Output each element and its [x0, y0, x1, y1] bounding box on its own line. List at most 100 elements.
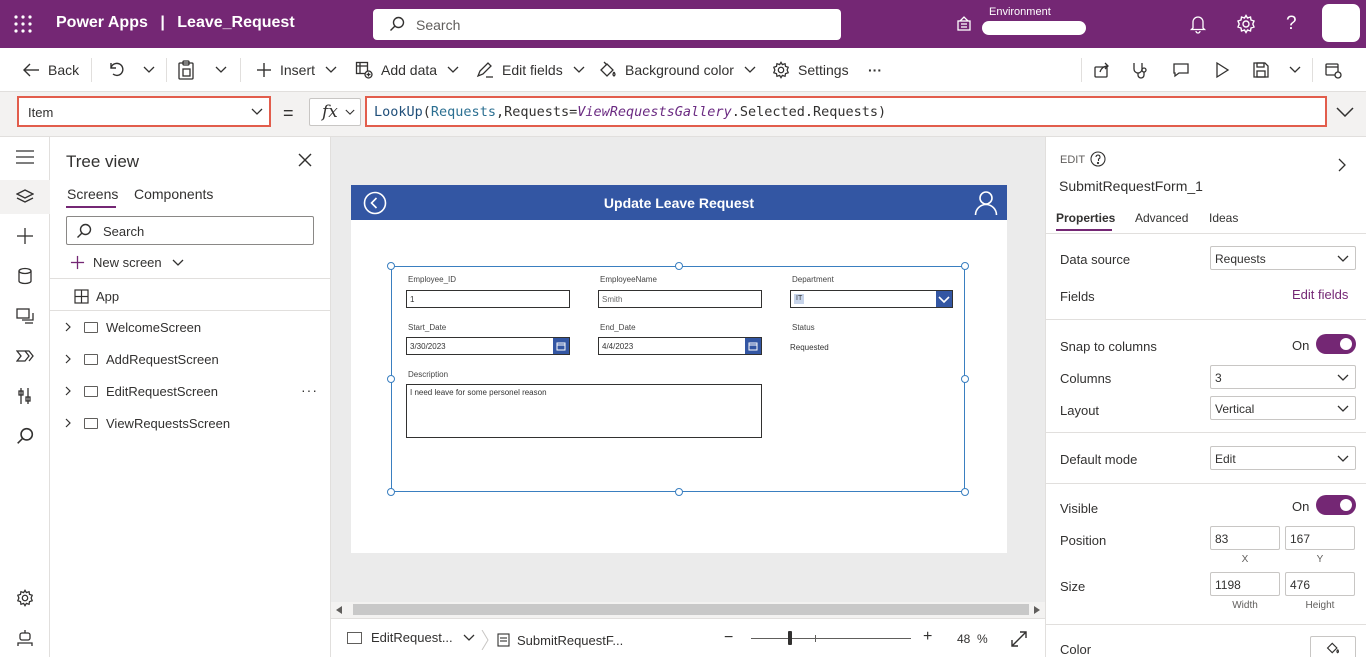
tree-view-layers-icon[interactable] [16, 188, 34, 206]
expand-formula-chevron-icon[interactable] [1336, 107, 1354, 117]
publish-icon[interactable] [1324, 48, 1350, 92]
fit-to-window-icon[interactable] [1011, 631, 1027, 647]
zoom-in-button[interactable]: + [923, 628, 932, 646]
employee-name-input[interactable]: Smith [598, 290, 762, 308]
resize-handle[interactable] [387, 375, 395, 383]
insert-button[interactable]: Insert [256, 48, 345, 92]
back-button[interactable]: Back [22, 48, 79, 92]
global-search-box[interactable]: Search [373, 9, 841, 40]
help-circle-icon[interactable] [1090, 151, 1106, 167]
tab-ideas[interactable]: Ideas [1209, 211, 1238, 225]
department-dropdown[interactable]: IT [790, 290, 953, 308]
preview-play-icon[interactable] [1214, 48, 1238, 92]
zoom-out-button[interactable]: − [724, 629, 733, 647]
settings-gear-icon[interactable] [1236, 14, 1256, 34]
edit-fields-button[interactable]: Edit fields [476, 48, 593, 92]
settings-gear-icon[interactable] [16, 589, 34, 607]
visible-toggle[interactable] [1316, 495, 1356, 515]
chevron-right-icon[interactable] [60, 386, 76, 396]
tree-node-app[interactable]: App [60, 281, 320, 311]
power-automate-icon[interactable] [16, 347, 34, 365]
chevron-right-icon[interactable] [1338, 158, 1346, 172]
environment-selector[interactable] [982, 21, 1086, 35]
edit-fields-link[interactable]: Edit fields [1292, 287, 1348, 302]
media-icon[interactable] [16, 307, 34, 325]
chevron-right-icon[interactable] [60, 322, 76, 332]
app-checker-icon[interactable] [1131, 48, 1157, 92]
virtual-agent-icon[interactable] [16, 629, 34, 647]
tab-screens[interactable]: Screens [67, 186, 118, 202]
close-icon[interactable] [298, 153, 312, 167]
notifications-icon[interactable] [1189, 14, 1207, 34]
submit-request-form[interactable]: Employee_ID 1 EmployeeName Smith Departm… [387, 262, 969, 496]
screen-breadcrumb[interactable]: EditRequest... [347, 630, 475, 645]
tab-advanced[interactable]: Advanced [1135, 211, 1188, 225]
background-color-button[interactable]: Background color [599, 48, 764, 92]
color-picker[interactable] [1310, 636, 1356, 657]
default-mode-dropdown[interactable]: Edit [1210, 446, 1356, 470]
advanced-tools-icon[interactable] [16, 387, 34, 405]
paste-button[interactable] [177, 48, 203, 92]
paste-dropdown-button[interactable] [215, 48, 235, 92]
resize-handle[interactable] [387, 262, 395, 270]
search-icon[interactable] [16, 427, 34, 445]
zoom-slider-thumb[interactable] [788, 631, 792, 645]
help-icon[interactable]: ? [1286, 13, 1297, 35]
calendar-icon[interactable] [553, 338, 569, 354]
data-source-dropdown[interactable]: Requests [1210, 246, 1356, 270]
data-cylinder-icon[interactable] [16, 267, 34, 285]
snap-to-columns-toggle[interactable] [1316, 334, 1356, 354]
property-dropdown[interactable]: Item [17, 96, 271, 127]
new-screen-button[interactable]: New screen [70, 255, 184, 270]
chevron-right-icon[interactable] [60, 354, 76, 364]
user-avatar[interactable] [1322, 4, 1360, 42]
app-launcher-icon[interactable] [14, 15, 32, 33]
more-options-button[interactable]: ··· [301, 382, 318, 398]
position-x-input[interactable]: 83 [1210, 526, 1280, 550]
tree-node-screen[interactable]: EditRequestScreen ··· [60, 376, 320, 406]
more-commands-button[interactable]: ··· [868, 48, 882, 92]
employee-id-input[interactable]: 1 [406, 290, 570, 308]
resize-handle[interactable] [961, 488, 969, 496]
formula-input[interactable]: LookUp(Requests,Requests=ViewRequestsGal… [365, 96, 1327, 127]
chevron-right-icon[interactable] [60, 418, 76, 428]
position-y-input[interactable]: 167 [1285, 526, 1355, 550]
add-data-button[interactable]: Add data [355, 48, 467, 92]
hamburger-menu-icon[interactable] [16, 150, 34, 164]
canvas-horizontal-scrollbar[interactable] [331, 602, 1045, 618]
share-icon[interactable] [1093, 48, 1119, 92]
document-name[interactable]: Leave_Request [177, 14, 294, 31]
resize-handle[interactable] [387, 488, 395, 496]
resize-handle[interactable] [675, 262, 683, 270]
layout-dropdown[interactable]: Vertical [1210, 396, 1356, 420]
undo-dropdown-button[interactable] [143, 48, 163, 92]
chevron-down-icon[interactable] [936, 291, 952, 307]
resize-handle[interactable] [961, 375, 969, 383]
start-date-picker[interactable]: 3/30/2023 [406, 337, 570, 355]
settings-button[interactable]: Settings [772, 48, 849, 92]
end-date-picker[interactable]: 4/4/2023 [598, 337, 762, 355]
tree-node-screen[interactable]: ViewRequestsScreen [60, 408, 320, 438]
save-icon[interactable] [1252, 48, 1278, 92]
tree-search-input[interactable]: Search [66, 216, 314, 245]
resize-handle[interactable] [675, 488, 683, 496]
resize-handle[interactable] [961, 262, 969, 270]
tab-properties[interactable]: Properties [1056, 211, 1115, 225]
user-icon[interactable] [974, 190, 998, 216]
size-width-input[interactable]: 1198 [1210, 572, 1280, 596]
insert-plus-icon[interactable] [16, 227, 34, 245]
function-button[interactable]: fx [309, 98, 361, 126]
columns-dropdown[interactable]: 3 [1210, 365, 1356, 389]
scrollbar-thumb[interactable] [353, 604, 1029, 615]
environment-icon[interactable] [955, 15, 973, 33]
tree-node-screen[interactable]: AddRequestScreen [60, 344, 320, 374]
size-height-input[interactable]: 476 [1285, 572, 1355, 596]
comments-icon[interactable] [1172, 48, 1198, 92]
zoom-slider-track[interactable] [751, 638, 911, 639]
app-screen-preview[interactable]: Update Leave Request Employee_ID 1 Emplo… [351, 185, 1007, 553]
tab-components[interactable]: Components [134, 186, 213, 202]
control-breadcrumb[interactable]: SubmitRequestF... [481, 630, 623, 650]
save-dropdown-button[interactable] [1289, 48, 1309, 92]
description-textarea[interactable]: I need leave for some personel reason [406, 384, 762, 438]
tree-node-screen[interactable]: WelcomeScreen [60, 312, 320, 342]
